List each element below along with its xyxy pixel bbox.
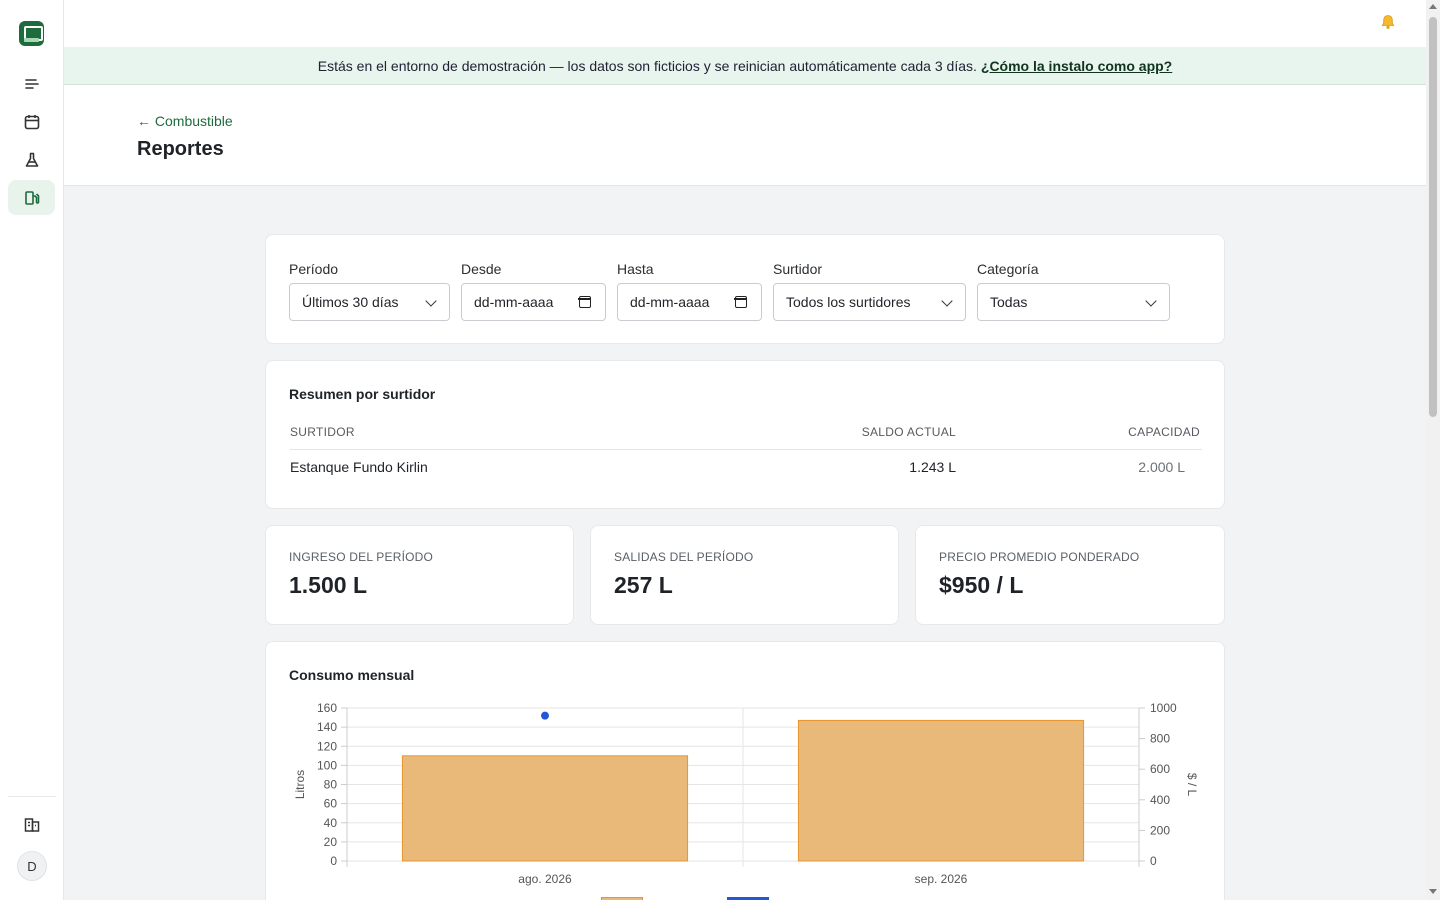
back-link[interactable]: ← Combustible <box>137 113 233 129</box>
column-header-saldo: SALDO ACTUAL <box>861 425 956 439</box>
desde-label: Desde <box>461 261 502 277</box>
y-tick-label: 40 <box>324 816 338 830</box>
y2-tick-label: 0 <box>1150 854 1157 868</box>
categoria-label: Categoría <box>977 261 1039 277</box>
hasta-value: dd-mm-aaaa <box>630 294 710 310</box>
page-title: Reportes <box>137 138 224 160</box>
hasta-label: Hasta <box>617 261 654 277</box>
sidebar-item-menu[interactable] <box>8 66 55 101</box>
demo-banner: Estás en el entorno de demostración — lo… <box>64 47 1426 85</box>
stat-card-precio: PRECIO PROMEDIO PONDERADO $950 / L <box>915 525 1225 625</box>
flask-icon <box>25 152 38 167</box>
sidebar-item-calendar[interactable] <box>8 104 55 139</box>
y2-tick-label: 800 <box>1150 732 1170 746</box>
bell-icon[interactable] <box>1380 14 1396 30</box>
stat-value: 257 L <box>614 572 673 598</box>
chevron-down-icon <box>425 295 437 307</box>
app-logo[interactable] <box>19 21 44 46</box>
chevron-down-icon <box>941 295 953 307</box>
periodo-select[interactable]: Últimos 30 días <box>289 283 450 321</box>
y2-tick-label: 400 <box>1150 793 1170 807</box>
building-icon <box>24 817 39 832</box>
surtidor-select[interactable]: Todos los surtidores <box>773 283 966 321</box>
y-tick-label: 160 <box>317 701 337 715</box>
column-header-surtidor: SURTIDOR <box>290 425 355 439</box>
bar <box>401 755 689 862</box>
summary-title: Resumen por surtidor <box>289 386 436 402</box>
stat-label: SALIDAS DEL PERÍODO <box>614 550 754 564</box>
sidebar: D <box>0 0 64 900</box>
line-point <box>541 711 549 720</box>
sidebar-item-lab[interactable] <box>8 142 55 177</box>
desde-value: dd-mm-aaaa <box>474 294 554 310</box>
stat-value: 1.500 L <box>289 572 367 598</box>
categoria-select[interactable]: Todas <box>977 283 1170 321</box>
stat-label: INGRESO DEL PERÍODO <box>289 550 434 564</box>
sidebar-divider <box>8 796 56 797</box>
categoria-value: Todas <box>990 294 1028 310</box>
stat-card-ingreso: INGRESO DEL PERÍODO 1.500 L <box>265 525 574 625</box>
consumo-chart: 0 20 40 60 80 100 120 140 160 0 200 400 600 800 1000 ag… <box>293 701 1199 886</box>
surtidor-label: Surtidor <box>773 261 823 277</box>
row-saldo: 1.243 L <box>909 459 956 475</box>
y-tick-label: 0 <box>330 854 337 868</box>
y-tick-label: 120 <box>317 739 337 753</box>
y2-tick-label: 1000 <box>1150 701 1177 715</box>
install-app-link[interactable]: ¿Cómo la instalo como app? <box>981 58 1172 74</box>
bar <box>797 719 1085 862</box>
chart-card: Consumo mensual 0 20 40 60 80 100 120 140 160 0 20… <box>265 641 1225 900</box>
top-bar <box>64 0 1426 47</box>
menu-icon <box>24 78 39 89</box>
calendar-icon <box>24 114 39 129</box>
periodo-value: Últimos 30 días <box>302 294 399 310</box>
desde-date-input[interactable]: dd-mm-aaaa <box>461 283 606 321</box>
calendar-icon[interactable] <box>734 296 747 308</box>
hasta-date-input[interactable]: dd-mm-aaaa <box>617 283 762 321</box>
y-tick-label: 20 <box>324 835 338 849</box>
avatar[interactable]: D <box>17 851 47 881</box>
periodo-label: Período <box>289 261 339 277</box>
y2-axis-title: $ / L <box>1185 773 1199 797</box>
scroll-thumb[interactable] <box>1429 17 1437 417</box>
y-tick-label: 60 <box>324 797 338 811</box>
calendar-icon[interactable] <box>578 296 591 308</box>
row-capacidad: 2.000 L <box>1138 459 1185 475</box>
banner-text: Estás en el entorno de demostración — lo… <box>317 57 977 74</box>
row-surtidor: Estanque Fundo Kirlin <box>290 459 428 475</box>
page-header: ← Combustible Reportes <box>64 85 1426 186</box>
column-header-capacidad: CAPACIDAD <box>1128 425 1200 439</box>
page-scrollbar[interactable] <box>1426 0 1440 900</box>
surtidor-value: Todos los surtidores <box>786 294 911 310</box>
x-tick-label: sep. 2026 <box>915 872 968 886</box>
filters-card: Período Últimos 30 días Desde dd-mm-aaaa… <box>265 234 1225 344</box>
x-tick-label: ago. 2026 <box>518 872 572 886</box>
y-tick-label: 140 <box>317 720 337 734</box>
y-tick-label: 80 <box>324 778 338 792</box>
y2-tick-label: 600 <box>1150 762 1170 776</box>
scroll-down-arrow[interactable] <box>1429 889 1437 894</box>
fuel-pump-icon <box>24 190 39 205</box>
chevron-down-icon <box>1145 295 1157 307</box>
y-axis-title: Litros <box>293 770 307 799</box>
sidebar-item-fuel[interactable] <box>8 180 55 215</box>
scroll-up-arrow[interactable] <box>1429 4 1437 9</box>
stat-value: $950 / L <box>939 572 1024 598</box>
y2-tick-label: 200 <box>1150 823 1170 837</box>
stat-card-salidas: SALIDAS DEL PERÍODO 257 L <box>590 525 899 625</box>
sidebar-item-company[interactable] <box>8 807 55 842</box>
stat-label: PRECIO PROMEDIO PONDERADO <box>939 550 1140 564</box>
table-divider <box>290 449 1202 450</box>
summary-card: Resumen por surtidor SURTIDOR SALDO ACTU… <box>265 360 1225 509</box>
y-tick-label: 100 <box>317 758 337 772</box>
